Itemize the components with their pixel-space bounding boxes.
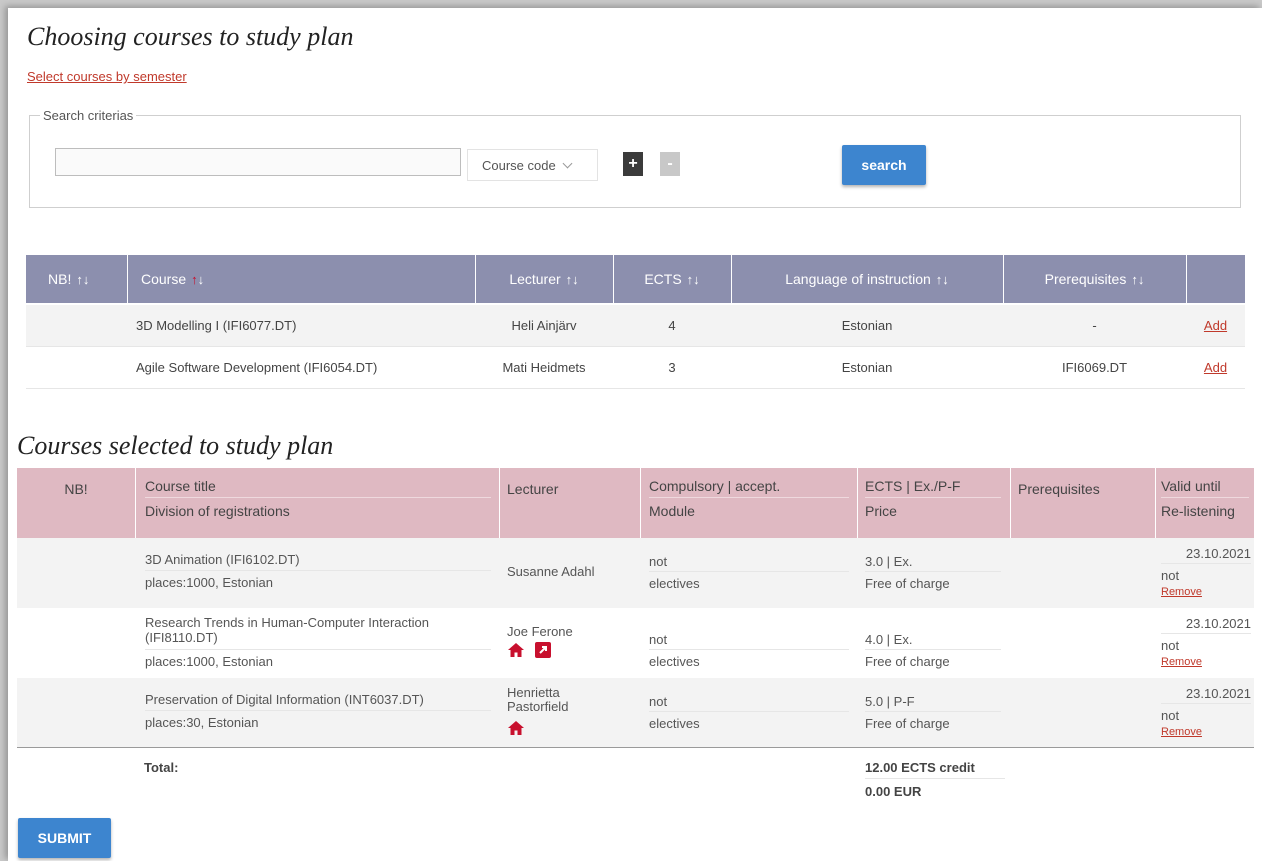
header-language[interactable]: Language of instruction ↑↓	[731, 255, 1003, 303]
selected-course-price: Free of charge	[865, 576, 950, 591]
sort-arrows-icon: ↑↓	[565, 271, 579, 287]
course-lecturer: Heli Ainjärv	[511, 318, 577, 333]
sort-arrows-icon: ↑↓	[76, 271, 90, 287]
selected-course-title: 3D Animation (IFI6102.DT)	[145, 552, 300, 567]
selected-course-relisten: not	[1161, 708, 1180, 723]
sort-arrows-icon: ↑↓	[191, 271, 205, 287]
selected-course-compulsory: not	[649, 632, 668, 647]
selected-course-ects: 4.0 | Ex.	[865, 632, 913, 647]
selected-course-lecturer: Susanne Adahl	[507, 564, 595, 579]
table-row: 3D Modelling I (IFI6077.DT) Heli Ainjärv…	[26, 305, 1245, 347]
header-nb[interactable]: NB! ↑↓	[26, 255, 127, 303]
selected-course-lecturer: Joe Ferone	[507, 624, 573, 639]
course-lecturer: Mati Heidmets	[502, 360, 586, 375]
selected-course-relisten: not	[1161, 638, 1180, 653]
selected-course-division: places:30, Estonian	[145, 715, 259, 730]
selected-section-title: Courses selected to study plan	[17, 431, 334, 460]
selected-course-module: electives	[649, 654, 700, 669]
page-title: Choosing courses to study plan	[27, 22, 354, 51]
header-divider	[1155, 468, 1156, 538]
header-compulsory: Compulsory | accept. Module	[649, 478, 849, 519]
submit-button[interactable]: SUBMIT	[18, 818, 111, 858]
selected-course-price: Free of charge	[865, 716, 950, 731]
course-prerequisites: IFI6069.DT	[1061, 360, 1128, 375]
course-language: Estonian	[841, 360, 893, 375]
selected-courses-header: NB! Course title Division of registratio…	[17, 468, 1254, 538]
selected-course-valid-until: 23.10.2021	[1185, 546, 1251, 561]
header-lecturer: Lecturer	[507, 481, 559, 497]
selected-course-title: Research Trends in Human-Computer Intera…	[145, 615, 429, 645]
available-courses-header: NB! ↑↓ Course ↑↓ Lecturer ↑↓ ECTS ↑↓ Lan…	[26, 255, 1245, 303]
course-ects: 3	[668, 360, 676, 375]
header-divider	[499, 468, 500, 538]
add-course-button[interactable]: Add	[1204, 318, 1227, 333]
header-divider	[1186, 255, 1187, 303]
total-separator	[17, 747, 1254, 748]
header-divider	[1010, 468, 1011, 538]
add-criteria-button[interactable]: +	[623, 152, 643, 176]
course-language: Estonian	[841, 318, 893, 333]
search-input[interactable]	[55, 148, 461, 176]
table-row: Agile Software Development (IFI6054.DT) …	[26, 347, 1245, 389]
search-criteria-legend: Search criterias	[43, 108, 134, 123]
selected-course-compulsory: not	[649, 694, 668, 709]
main-panel: Choosing courses to study plan Select co…	[8, 8, 1262, 861]
sort-arrows-icon: ↑↓	[935, 271, 949, 287]
header-divider	[857, 468, 858, 538]
header-lecturer[interactable]: Lecturer ↑↓	[475, 255, 613, 303]
total-price: 0.00 EUR	[865, 784, 922, 799]
search-field-select[interactable]: Course code	[467, 149, 598, 181]
selected-course-ects: 3.0 | Ex.	[865, 554, 913, 569]
selected-course-relisten: not	[1161, 568, 1180, 583]
header-divider	[640, 468, 641, 538]
home-icon[interactable]	[507, 642, 525, 658]
header-course[interactable]: Course ↑↓	[127, 255, 475, 303]
course-prerequisites: -	[1092, 318, 1097, 333]
header-prerequisites[interactable]: Prerequisites ↑↓	[1003, 255, 1186, 303]
selected-course-module: electives	[649, 716, 700, 731]
chevron-down-icon	[562, 158, 573, 168]
header-divider	[135, 468, 136, 538]
header-course-title: Course title Division of registrations	[145, 478, 491, 519]
remove-course-button[interactable]: Remove	[1161, 726, 1202, 738]
selected-course-valid-until: 23.10.2021	[1185, 686, 1251, 701]
total-label: Total:	[144, 760, 179, 775]
header-ects[interactable]: ECTS ↑↓	[613, 255, 731, 303]
total-ects: 12.00 ECTS credit	[865, 760, 975, 775]
selected-course-ects: 5.0 | P-F	[865, 694, 915, 709]
search-button[interactable]: search	[842, 145, 926, 185]
header-ects-exam: ECTS | Ex./P-F Price	[865, 478, 1001, 519]
course-name: Agile Software Development (IFI6054.DT)	[136, 360, 378, 375]
table-row: Preservation of Digital Information (INT…	[17, 678, 1254, 748]
table-row: 3D Animation (IFI6102.DT) places:1000, E…	[17, 538, 1254, 608]
add-course-button[interactable]: Add	[1204, 360, 1227, 375]
selected-course-division: places:1000, Estonian	[145, 654, 273, 669]
selected-course-price: Free of charge	[865, 654, 950, 669]
external-link-icon[interactable]	[535, 642, 551, 658]
selected-course-division: places:1000, Estonian	[145, 575, 273, 590]
selected-course-title: Preservation of Digital Information (INT…	[145, 692, 424, 707]
remove-criteria-button[interactable]: -	[660, 152, 680, 176]
header-prerequisites: Prerequisites	[1018, 481, 1100, 497]
table-row: Research Trends in Human-Computer Intera…	[17, 608, 1254, 678]
select-by-semester-link[interactable]: Select courses by semester	[27, 69, 187, 84]
header-nb: NB!	[64, 481, 88, 497]
selected-course-valid-until: 23.10.2021	[1185, 616, 1251, 631]
search-field-select-value: Course code	[482, 157, 556, 173]
selected-course-module: electives	[649, 576, 700, 591]
sort-arrows-icon: ↑↓	[686, 271, 700, 287]
sort-arrows-icon: ↑↓	[1131, 271, 1145, 287]
selected-course-lecturer: Henrietta Pastorfield	[507, 685, 569, 714]
course-ects: 4	[668, 318, 676, 333]
header-valid-until: Valid until Re-listening	[1161, 478, 1249, 519]
remove-course-button[interactable]: Remove	[1161, 586, 1202, 598]
course-name: 3D Modelling I (IFI6077.DT)	[136, 318, 297, 333]
selected-course-compulsory: not	[649, 554, 668, 569]
remove-course-button[interactable]: Remove	[1161, 656, 1202, 668]
home-icon[interactable]	[507, 720, 525, 736]
